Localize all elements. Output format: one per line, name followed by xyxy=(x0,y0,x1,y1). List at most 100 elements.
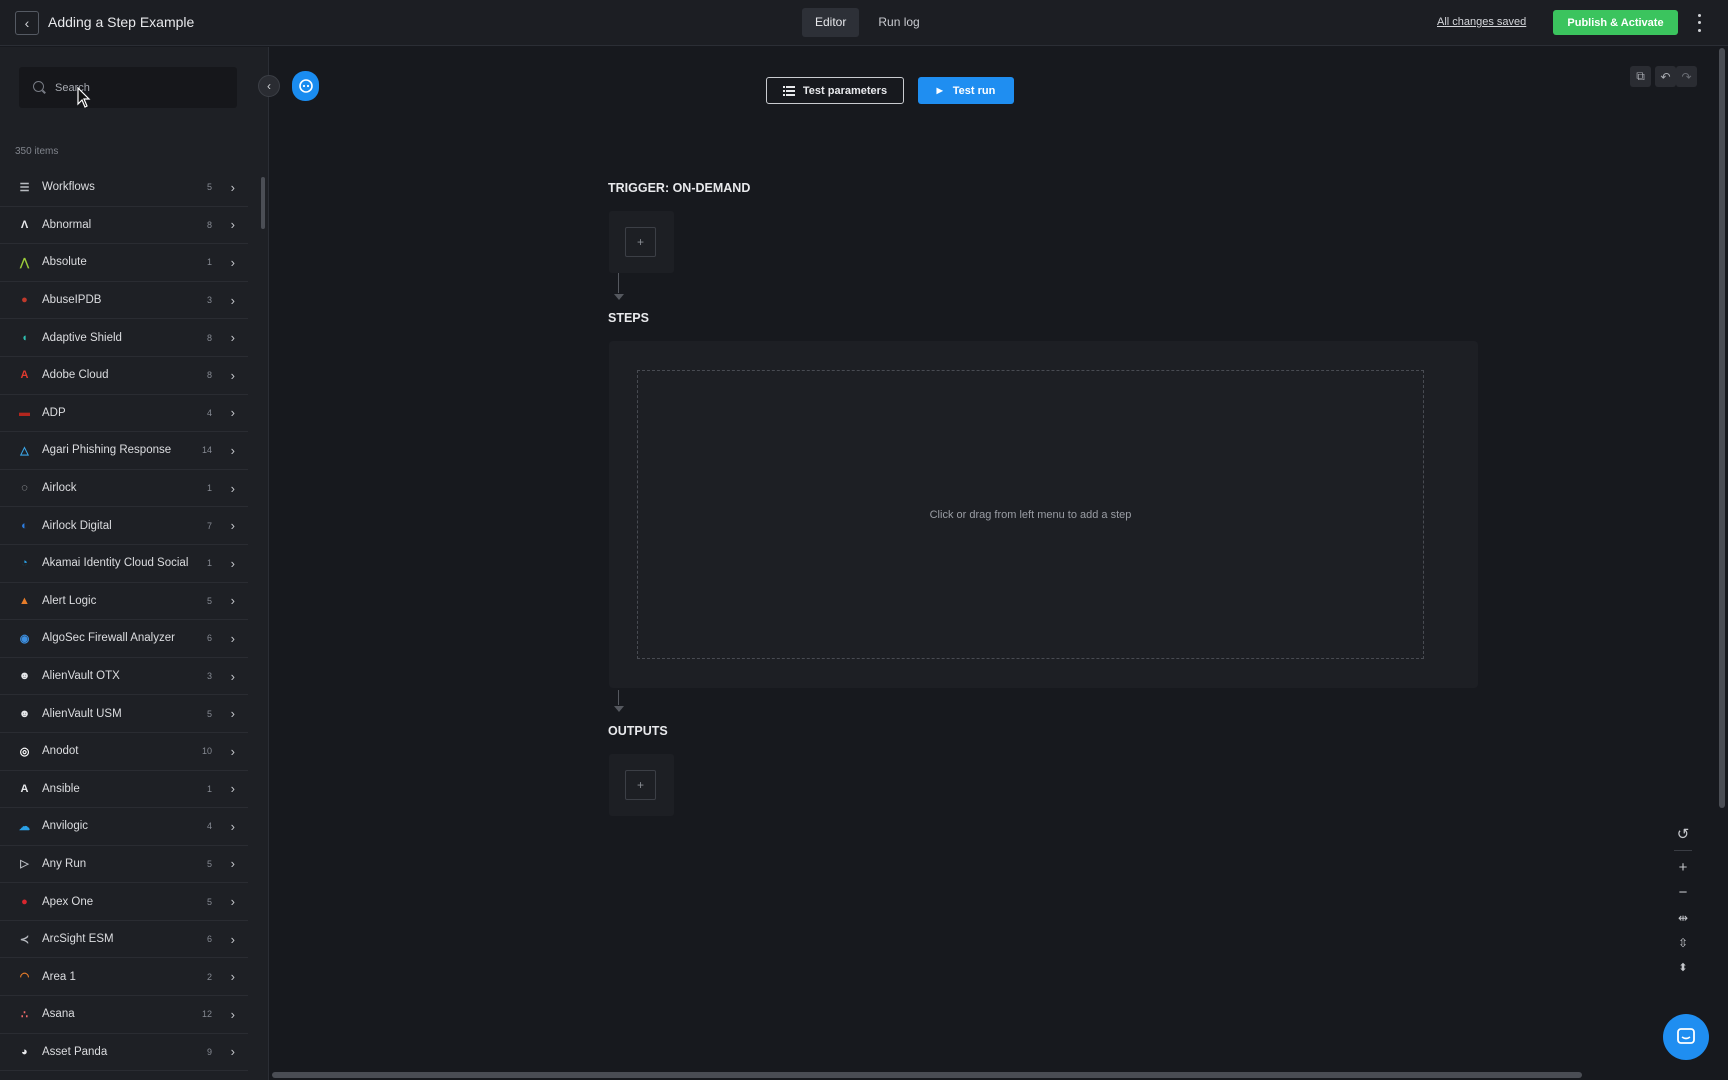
alienvault-otx-logo-icon: ☻ xyxy=(18,670,31,683)
save-status-link[interactable]: All changes saved xyxy=(1437,16,1526,28)
assistant-bot-button[interactable] xyxy=(292,71,319,101)
steps-container: Click or drag from left menu to add a st… xyxy=(609,341,1478,688)
collapse-sidebar-button[interactable]: ‹ xyxy=(258,75,280,97)
list-item[interactable]: A Ansible 1 › xyxy=(0,771,248,809)
add-trigger-button[interactable]: + xyxy=(625,227,656,257)
list-item-count: 9 xyxy=(206,1046,212,1057)
zoom-out-icon[interactable]: − xyxy=(1671,880,1695,905)
support-chat-button[interactable] xyxy=(1663,1014,1709,1060)
list-item[interactable]: ◐ Airlock Digital 7 › xyxy=(0,507,248,545)
chevron-right-icon: › xyxy=(230,593,235,609)
list-item-label: Absolute xyxy=(42,256,87,269)
list-item-count: 4 xyxy=(206,407,212,418)
list-item[interactable]: A Adobe Cloud 8 › xyxy=(0,357,248,395)
list-item[interactable]: ● Apex One 5 › xyxy=(0,883,248,921)
list-item[interactable]: ☰ Workflows 5 › xyxy=(0,169,248,207)
list-item[interactable]: △ Agari Phishing Response 14 › xyxy=(0,432,248,470)
list-item[interactable]: Λ Abnormal 8 › xyxy=(0,207,248,245)
chevron-right-icon: › xyxy=(230,931,235,947)
list-item[interactable]: ☻ AlienVault USM 5 › xyxy=(0,695,248,733)
list-item[interactable]: ▬ ADP 4 › xyxy=(0,395,248,433)
list-item[interactable]: ☁ Anvilogic 4 › xyxy=(0,808,248,846)
item-count: 350 items xyxy=(15,146,59,157)
chevron-right-icon: › xyxy=(230,179,235,195)
list-item[interactable]: ◖ Adaptive Shield 8 › xyxy=(0,319,248,357)
chevron-right-icon: › xyxy=(230,668,235,684)
list-item-count: 8 xyxy=(206,332,212,343)
copy-icon[interactable]: ⧉ xyxy=(1630,66,1651,87)
outputs-label: OUTPUTS xyxy=(608,724,668,738)
list-item[interactable]: ▷ Any Run 5 › xyxy=(0,846,248,884)
redo-icon[interactable]: ↷ xyxy=(1676,66,1697,87)
chevron-right-icon: › xyxy=(230,330,235,346)
more-options-icon[interactable] xyxy=(1692,12,1706,34)
list-item-count: 1 xyxy=(206,483,212,494)
workflow-icon: ☰ xyxy=(19,181,30,194)
test-parameters-button[interactable]: Test parameters xyxy=(766,77,904,104)
list-item-label: Adaptive Shield xyxy=(42,331,122,344)
steps-label: STEPS xyxy=(608,311,649,325)
expand-collapse-icon[interactable]: ⬍ xyxy=(1671,955,1695,980)
list-item-label: Airlock xyxy=(42,482,77,495)
list-item-label: Anodot xyxy=(42,745,79,758)
fit-horizontal-icon[interactable]: ⇹ xyxy=(1671,905,1695,930)
alienvault-usm-logo-icon: ☻ xyxy=(18,707,31,720)
list-item[interactable]: ◉ AlgoSec Firewall Analyzer 6 › xyxy=(0,620,248,658)
connector-arrow xyxy=(614,706,624,712)
chevron-right-icon: › xyxy=(230,292,235,308)
publish-activate-button[interactable]: Publish & Activate xyxy=(1553,10,1678,35)
bot-icon xyxy=(298,79,313,93)
list-item[interactable]: ⋀ Absolute 1 › xyxy=(0,244,248,282)
list-item[interactable]: ▲ Alert Logic 5 › xyxy=(0,583,248,621)
chevron-right-icon: › xyxy=(230,555,235,571)
list-item-label: ArcSight ESM xyxy=(42,933,114,946)
chevron-left-icon: ‹ xyxy=(267,79,271,93)
zoom-in-icon[interactable]: + xyxy=(1671,855,1695,880)
list-item[interactable]: ☻ AlienVault OTX 3 › xyxy=(0,658,248,696)
list-item-label: Ansible xyxy=(42,782,80,795)
workflow-title: Adding a Step Example xyxy=(48,14,195,30)
undo-icon[interactable]: ↶ xyxy=(1655,66,1676,87)
adp-logo-icon: ▬ xyxy=(19,406,30,419)
canvas-horizontal-scrollbar[interactable] xyxy=(272,1072,1582,1078)
top-bar: ‹ Adding a Step Example Editor Run log A… xyxy=(0,0,1728,46)
outputs-slot: + xyxy=(609,754,674,816)
list-item-count: 14 xyxy=(201,445,212,456)
chevron-right-icon: › xyxy=(230,1044,235,1060)
list-item-label: AlgoSec Firewall Analyzer xyxy=(42,632,175,645)
algosec-logo-icon: ◉ xyxy=(19,632,30,645)
list-item-count: 1 xyxy=(206,783,212,794)
add-output-button[interactable]: + xyxy=(625,770,656,800)
list-item[interactable]: ◔ Akamai Identity Cloud Social 1 › xyxy=(0,545,248,583)
alert-logic-logo-icon: ▲ xyxy=(19,594,30,607)
sidebar-scrollbar[interactable] xyxy=(261,177,265,229)
chat-icon xyxy=(1677,1028,1695,1044)
list-item-count: 1 xyxy=(206,257,212,268)
list-item[interactable]: ◌ Airlock 1 › xyxy=(0,470,248,508)
back-button[interactable]: ‹ xyxy=(15,11,39,35)
agari-logo-icon: △ xyxy=(20,444,29,457)
list-item[interactable]: ◠ Area 1 2 › xyxy=(0,958,248,997)
tab-editor[interactable]: Editor xyxy=(802,8,860,37)
connector-arrow xyxy=(614,294,624,300)
list-item[interactable]: ◕ Asset Panda 9 › xyxy=(0,1034,248,1072)
fit-vertical-icon[interactable]: ⇳ xyxy=(1671,930,1695,955)
test-run-button[interactable]: ▶ Test run xyxy=(918,77,1014,104)
chevron-right-icon: › xyxy=(230,480,235,496)
reset-zoom-icon[interactable]: ↺ xyxy=(1671,821,1695,846)
chevron-right-icon: › xyxy=(230,706,235,722)
list-item[interactable]: ∴ Asana 12 › xyxy=(0,996,248,1034)
list-item[interactable]: ● AbuseIPDB 3 › xyxy=(0,282,248,320)
zoom-controls: ↺ + − ⇹ ⇳ ⬍ xyxy=(1671,821,1695,980)
chevron-right-icon: › xyxy=(230,1006,235,1022)
canvas-vertical-scrollbar[interactable] xyxy=(1719,48,1725,808)
tab-run-log[interactable]: Run log xyxy=(865,8,932,37)
steps-drop-zone[interactable]: Click or drag from left menu to add a st… xyxy=(637,370,1424,659)
asana-logo-icon: ∴ xyxy=(21,1008,28,1021)
list-item[interactable]: ≺ ArcSight ESM 6 › xyxy=(0,921,248,959)
list-item-label: Apex One xyxy=(42,895,94,908)
chevron-right-icon: › xyxy=(230,442,235,458)
list-item[interactable]: ◎ Anodot 10 › xyxy=(0,733,248,771)
list-item-count: 5 xyxy=(206,708,212,719)
test-parameters-label: Test parameters xyxy=(802,84,888,97)
